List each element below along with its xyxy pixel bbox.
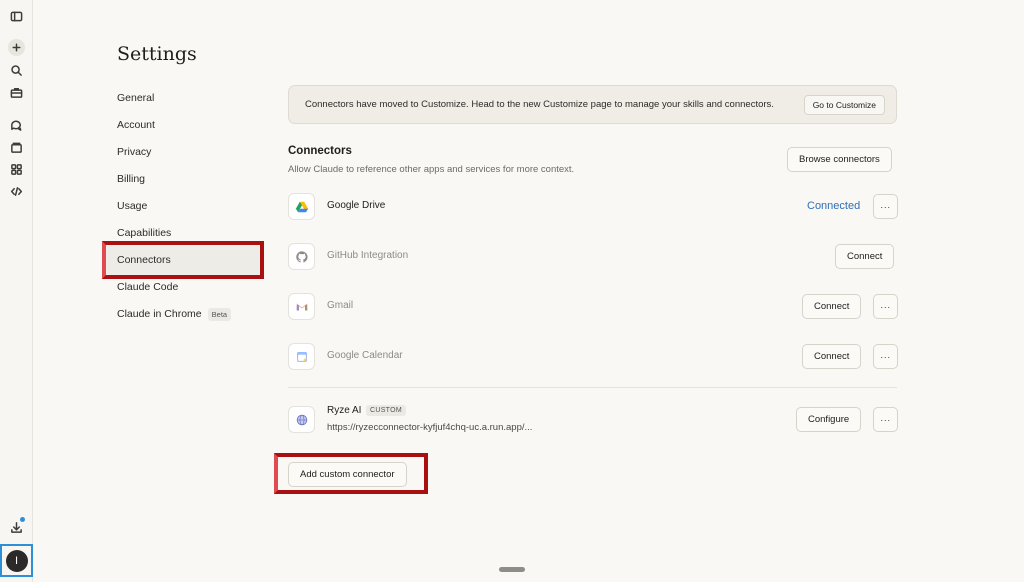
page-title: Settings [117,43,197,65]
plus-icon[interactable] [8,39,25,56]
avatar: I [5,549,28,572]
gmail-icon [288,293,315,320]
globe-icon [288,406,315,433]
connector-name: GitHub Integration [327,250,409,261]
nav-item-claude-in-chrome[interactable]: Claude in Chrome Beta [105,297,263,331]
more-options-button[interactable]: ··· [873,407,898,432]
connector-name: Google Calendar [327,350,403,361]
custom-badge: CUSTOM [366,405,407,416]
connect-button[interactable]: Connect [802,294,862,319]
notice-text: Connectors have moved to Customize. Head… [305,99,774,110]
notice-banner: Connectors have moved to Customize. Head… [288,85,897,124]
connect-button[interactable]: Connect [835,244,895,269]
section-subtitle: Allow Claude to reference other apps and… [288,164,575,175]
configure-button[interactable]: Configure [796,407,862,432]
divider [288,387,897,388]
chats-icon[interactable] [8,117,25,134]
profile-button[interactable]: I [0,544,33,577]
connector-name: Ryze AI [327,405,362,416]
more-options-button[interactable]: ··· [873,344,898,369]
scroll-handle[interactable] [499,567,525,572]
artifacts-icon[interactable] [8,161,25,178]
github-icon [288,243,315,270]
connected-status: Connected [807,200,861,212]
briefcase-icon[interactable] [8,84,25,101]
sidebar-toggle-icon[interactable] [8,8,25,25]
annotation-highlight-connectors [102,241,264,279]
more-options-button[interactable]: ··· [873,294,898,319]
google-drive-icon [288,193,315,220]
browse-connectors-button[interactable]: Browse connectors [787,147,892,172]
code-icon[interactable] [8,183,25,200]
search-icon[interactable] [8,62,25,79]
google-calendar-icon [288,343,315,370]
notification-dot [20,517,25,522]
connector-name: Google Drive [327,200,386,211]
connector-url: https://ryzecconnector-kyfjuf4chq-uc.a.r… [327,422,533,433]
connector-name: Gmail [327,300,354,311]
projects-icon[interactable] [8,139,25,156]
annotation-highlight-add-connector [274,453,428,494]
go-to-customize-button[interactable]: Go to Customize [803,95,885,115]
more-options-button[interactable]: ··· [873,194,898,219]
section-title: Connectors [288,145,352,157]
connect-button[interactable]: Connect [802,344,862,369]
left-rail: I [0,0,33,582]
beta-badge: Beta [207,307,232,321]
